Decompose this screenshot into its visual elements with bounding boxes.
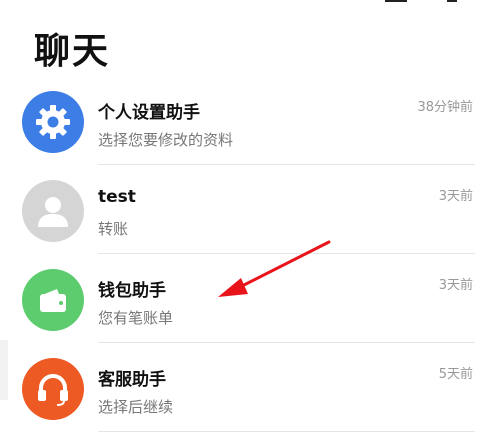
chat-preview: 选择后继续 xyxy=(98,398,174,416)
chat-name: 个人设置助手 xyxy=(98,103,200,123)
avatar xyxy=(22,358,84,420)
chat-item-test[interactable]: test 转账 3天前 xyxy=(0,165,493,254)
chat-name: 客服助手 xyxy=(98,370,166,390)
avatar xyxy=(22,180,84,242)
chat-preview: 选择您要修改的资料 xyxy=(98,131,234,149)
chat-time: 3天前 xyxy=(438,189,473,204)
status-bar-icons xyxy=(385,0,457,4)
headset-icon xyxy=(38,374,68,406)
chat-item-settings-assistant[interactable]: 个人设置助手 选择您要修改的资料 38分钟前 xyxy=(0,76,493,165)
avatar xyxy=(22,269,84,331)
chat-time: 3天前 xyxy=(438,278,473,293)
chat-time: 5天前 xyxy=(438,367,473,382)
chat-time: 38分钟前 xyxy=(417,100,473,115)
chat-name: test xyxy=(98,187,136,207)
person-icon xyxy=(38,197,68,227)
status-icon xyxy=(447,0,457,2)
chat-preview: 转账 xyxy=(98,220,129,238)
chat-item-support-assistant[interactable]: 客服助手 选择后继续 5天前 xyxy=(0,343,493,432)
chat-name: 钱包助手 xyxy=(98,281,166,301)
avatar xyxy=(22,91,84,153)
chat-preview: 您有笔账单 xyxy=(98,309,174,327)
wallet-icon xyxy=(40,289,66,312)
chat-item-wallet-assistant[interactable]: 钱包助手 您有笔账单 3天前 xyxy=(0,254,493,343)
divider xyxy=(98,431,475,432)
chat-list: 个人设置助手 选择您要修改的资料 38分钟前 test 转账 3天前 钱包助手 … xyxy=(0,76,493,432)
page-title: 聊天 xyxy=(34,31,111,72)
gear-icon xyxy=(36,105,70,139)
status-icon xyxy=(385,0,407,2)
